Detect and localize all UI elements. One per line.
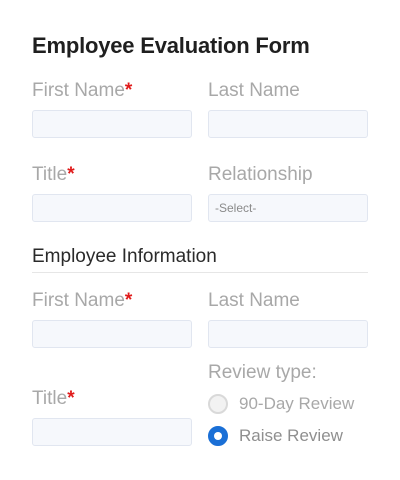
employee-title-field: Title* (32, 388, 192, 446)
relationship-field: Relationship -Select- (208, 164, 368, 222)
employee-first-name-input[interactable] (32, 320, 192, 348)
evaluator-last-name-field: Last Name (208, 80, 368, 138)
employee-title-input[interactable] (32, 418, 192, 446)
employee-last-name-input[interactable] (208, 320, 368, 348)
employee-first-name-label: First Name* (32, 290, 133, 311)
radio-unchecked-icon[interactable] (208, 394, 228, 414)
review-type-field: Review type: 90-Day Review Raise Review (208, 362, 368, 448)
employee-last-name-label: Last Name (208, 290, 300, 311)
evaluator-last-name-label: Last Name (208, 80, 300, 101)
required-marker: * (124, 290, 133, 311)
employee-first-name-field: First Name* (32, 290, 192, 348)
evaluator-last-name-input[interactable] (208, 110, 368, 138)
relationship-select[interactable]: -Select- (208, 194, 368, 222)
evaluator-title-field: Title* (32, 164, 192, 222)
section-divider (32, 272, 368, 273)
employee-last-name-field: Last Name (208, 290, 368, 348)
employee-title-label: Title* (32, 388, 75, 409)
radio-checked-icon[interactable] (208, 426, 228, 446)
review-option-label: Raise Review (239, 426, 343, 445)
required-marker: * (67, 164, 75, 185)
review-option-raise[interactable]: Raise Review (208, 424, 368, 448)
required-marker: * (124, 80, 133, 101)
review-option-90-day[interactable]: 90-Day Review (208, 392, 368, 416)
review-type-label: Review type: (208, 362, 317, 383)
employee-information-heading: Employee Information (32, 246, 217, 267)
review-option-label: 90-Day Review (239, 394, 355, 413)
evaluator-first-name-field: First Name* (32, 80, 192, 138)
form-title: Employee Evaluation Form (32, 33, 310, 58)
evaluator-title-label: Title* (32, 164, 75, 185)
evaluator-title-input[interactable] (32, 194, 192, 222)
relationship-label: Relationship (208, 164, 313, 185)
evaluator-first-name-input[interactable] (32, 110, 192, 138)
evaluator-first-name-label: First Name* (32, 80, 133, 101)
required-marker: * (67, 388, 75, 409)
